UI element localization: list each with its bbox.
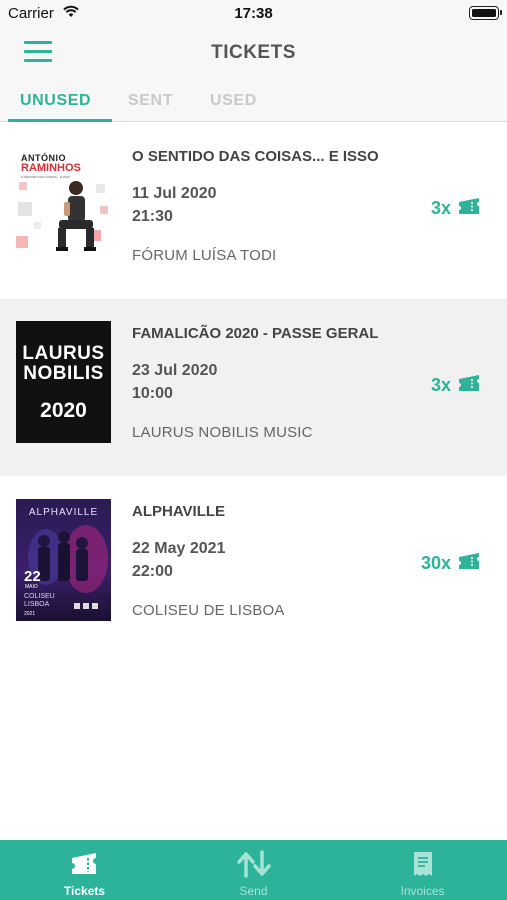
ticket-quantity: 30x: [421, 551, 483, 575]
event-poster-image: ALPHAVILLE 22 MAIO COLISEU LISBOA 2021: [16, 499, 111, 621]
tab-used[interactable]: USED: [210, 92, 257, 110]
ticket-info: O SENTIDO DAS COISAS... E ISSO 11 Jul 20…: [132, 122, 412, 299]
ticket-icon: [0, 850, 169, 880]
send-arrows-icon: [169, 850, 338, 880]
page-title: TICKETS: [211, 42, 296, 63]
ticket-row[interactable]: ANTÓNIO RAMINHOS O SENTIDO DAS COISAS...…: [0, 122, 507, 299]
ticket-count: 3x: [430, 374, 451, 395]
bottom-tab-label: Invoices: [400, 884, 445, 898]
ticket-icon: [457, 196, 483, 221]
poster-line-1: LAURUS: [22, 343, 105, 364]
poster-day: 22: [24, 568, 41, 585]
clock: 17:38: [234, 5, 273, 22]
event-date: 11 Jul 2020: [132, 185, 217, 202]
poster-venue-1: COLISEU: [24, 593, 55, 600]
ticket-count: 3x: [430, 197, 451, 218]
event-date: 23 Jul 2020: [132, 362, 218, 379]
event-venue: LAURUS NOBILIS MUSIC: [132, 424, 313, 441]
ticket-quantity: 3x: [431, 373, 483, 397]
poster-subtitle: O SENTIDO DAS COISAS... E ISSO: [21, 175, 71, 179]
bottom-tab-invoices[interactable]: Invoices: [338, 840, 507, 900]
ticket-icon: [457, 373, 483, 398]
event-name: FAMALICÃO 2020 - PASSE GERAL: [132, 325, 379, 342]
event-name: ALPHAVILLE: [132, 503, 226, 520]
ticket-quantity: 3x: [431, 196, 483, 220]
bottom-tab-tickets[interactable]: Tickets: [0, 840, 169, 900]
battery-icon: [469, 6, 502, 20]
poster-line-2: RAMINHOS: [21, 162, 81, 174]
status-bar: Carrier 17:38: [0, 0, 507, 28]
ticket-info: ALPHAVILLE 22 May 2021 22:00 COLISEU DE …: [132, 477, 412, 654]
poster-line-2: NOBILIS: [23, 363, 104, 384]
event-name: O SENTIDO DAS COISAS... E ISSO: [132, 148, 379, 165]
event-time: 22:00: [132, 563, 173, 580]
poster-venue-2: LISBOA: [24, 601, 50, 608]
ticket-icon: [457, 551, 483, 576]
ticket-row[interactable]: LAURUS NOBILIS 2020 FAMALICÃO 2020 - PAS…: [0, 299, 507, 476]
event-time: 21:30: [132, 208, 173, 225]
ticket-row[interactable]: ALPHAVILLE 22 MAIO COLISEU LISBOA 2021 A…: [0, 477, 507, 654]
poster-month: MAIO: [25, 584, 38, 590]
bottom-tab-label: Send: [239, 884, 268, 898]
nav-bar: TICKETS: [0, 28, 507, 78]
ticket-count: 30x: [420, 552, 451, 573]
tab-sent[interactable]: SENT: [128, 92, 173, 110]
ticket-status-tabs: UNUSED SENT USED: [0, 78, 507, 122]
ticket-info: FAMALICÃO 2020 - PASSE GERAL 23 Jul 2020…: [132, 299, 412, 476]
poster-title: ALPHAVILLE: [28, 507, 99, 518]
poster-year: 2021: [24, 611, 36, 617]
bottom-tab-send[interactable]: Send: [169, 840, 338, 900]
event-poster-image: ANTÓNIO RAMINHOS O SENTIDO DAS COISAS...…: [16, 144, 111, 266]
receipt-icon: [338, 850, 507, 880]
event-venue: COLISEU DE LISBOA: [132, 602, 285, 619]
event-date: 22 May 2021: [132, 540, 226, 557]
event-time: 10:00: [132, 385, 173, 402]
poster-line-3: 2020: [40, 399, 87, 422]
event-poster-image: LAURUS NOBILIS 2020: [16, 321, 111, 443]
tab-unused[interactable]: UNUSED: [20, 92, 91, 110]
bottom-tab-label: Tickets: [63, 884, 106, 898]
bottom-tab-bar: Tickets Send Invoices: [0, 840, 507, 900]
event-venue: FÓRUM LUÍSA TODI: [132, 247, 277, 264]
